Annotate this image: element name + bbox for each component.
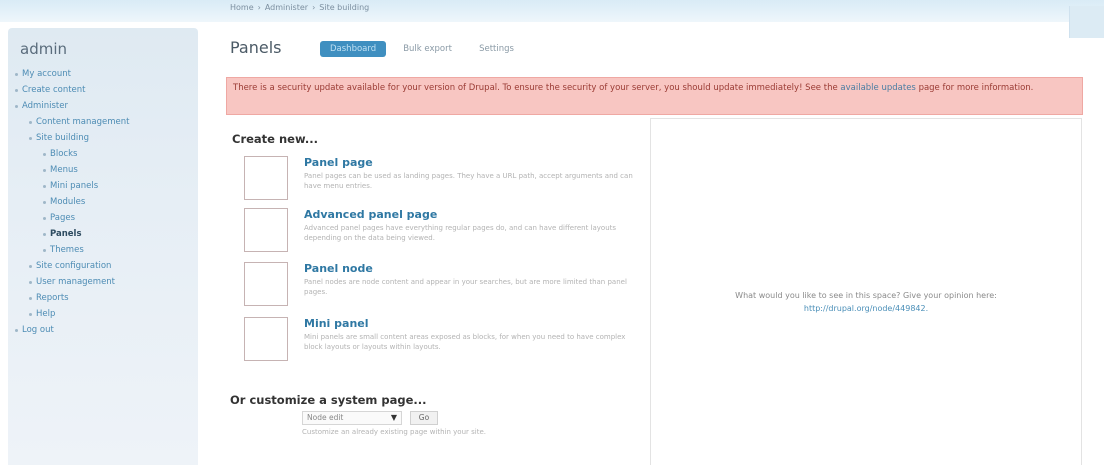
sidebar-item-site-building[interactable]: Site building: [8, 130, 198, 146]
sidebar-item-label: Reports: [36, 293, 69, 303]
system-page-heading: Or customize a system page...: [230, 393, 427, 407]
panel-type-panel-page[interactable]: Panel page Panel pages can be used as la…: [244, 156, 644, 200]
bullet-icon: [43, 233, 46, 236]
panel-type-description: Advanced panel pages have everything reg…: [304, 224, 617, 242]
bullet-icon: [29, 121, 32, 124]
bullet-icon: [29, 297, 32, 300]
panel-type-name[interactable]: Panel node: [304, 262, 373, 275]
sidebar-item-label: Blocks: [50, 149, 78, 159]
bullet-icon: [43, 153, 46, 156]
sidebar-item-label: Administer: [22, 101, 68, 111]
sidebar-item-menus[interactable]: Menus: [8, 162, 198, 178]
panel-type-name[interactable]: Mini panel: [304, 317, 369, 330]
breadcrumb: Home › Administer › Site building: [230, 3, 373, 12]
bullet-icon: [43, 185, 46, 188]
sidebar-item-user-management[interactable]: User management: [8, 274, 198, 290]
bullet-icon: [43, 249, 46, 252]
tab-settings[interactable]: Settings: [469, 41, 524, 57]
bullet-icon: [15, 89, 18, 92]
bullet-icon: [29, 137, 32, 140]
panel-type-thumbnail[interactable]: [244, 262, 288, 306]
sidebar-item-my-account[interactable]: My account: [8, 66, 198, 82]
sidebar-item-label: Menus: [50, 165, 78, 175]
sidebar-item-help[interactable]: Help: [8, 306, 198, 322]
bullet-icon: [43, 201, 46, 204]
panel-type-description: Panel pages can be used as landing pages…: [304, 172, 633, 190]
system-page-help: Customize an already existing page withi…: [302, 428, 486, 436]
alert-text-tail: page for more information.: [918, 83, 1034, 93]
sidebar-item-create-content[interactable]: Create content: [8, 82, 198, 98]
sidebar-item-administer[interactable]: Administer: [8, 98, 198, 114]
sidebar-username: admin: [20, 40, 67, 58]
security-alert: There is a security update available for…: [226, 77, 1083, 115]
breadcrumb-separator: ›: [312, 3, 316, 12]
sidebar-item-label: Content management: [36, 117, 130, 127]
sidebar-item-label: User management: [36, 277, 116, 287]
feedback-text: What would you like to see in this space…: [735, 291, 997, 300]
sidebar-item-panels[interactable]: Panels: [8, 226, 198, 242]
dropdown-arrow-icon: ▼: [390, 413, 397, 422]
sidebar-item-reports[interactable]: Reports: [8, 290, 198, 306]
tab-dashboard[interactable]: Dashboard: [320, 41, 387, 57]
bullet-icon: [29, 281, 32, 284]
bullet-icon: [43, 169, 46, 172]
sidebar-item-label: Pages: [50, 213, 76, 223]
sidebar-item-label: Panels: [50, 229, 82, 239]
panel-type-panel-node[interactable]: Panel node Panel nodes are node content …: [244, 262, 644, 306]
sidebar-item-pages[interactable]: Pages: [8, 210, 198, 226]
breadcrumb-separator: ›: [257, 3, 261, 12]
sidebar-item-label: My account: [22, 69, 71, 79]
top-header-bar: Home › Administer › Site building: [0, 0, 1104, 38]
sidebar-item-label: Mini panels: [50, 181, 99, 191]
bullet-icon: [15, 329, 18, 332]
sidebar-item-label: Modules: [50, 197, 86, 207]
sidebar-item-site-configuration[interactable]: Site configuration: [8, 258, 198, 274]
breadcrumb-home[interactable]: Home: [230, 3, 254, 12]
bullet-icon: [15, 73, 18, 76]
panel-type-thumbnail[interactable]: [244, 317, 288, 361]
sidebar-item-label: Site building: [36, 133, 90, 143]
sidebar-item-themes[interactable]: Themes: [8, 242, 198, 258]
alert-text: There is a security update available for…: [233, 83, 838, 93]
feedback-message: What would you like to see in this space…: [651, 289, 1081, 315]
sidebar-item-label: Themes: [50, 245, 84, 255]
bullet-icon: [29, 313, 32, 316]
panel-type-thumbnail[interactable]: [244, 208, 288, 252]
main-content: Panels Dashboard Bulk export Settings Th…: [220, 22, 1090, 465]
sidebar-item-log-out[interactable]: Log out: [8, 322, 198, 338]
panel-type-description: Mini panels are small content areas expo…: [304, 333, 626, 351]
panel-type-name[interactable]: Panel page: [304, 156, 373, 169]
feedback-box: What would you like to see in this space…: [650, 118, 1082, 465]
tab-bar: Dashboard Bulk export Settings: [320, 41, 526, 59]
sidebar-item-blocks[interactable]: Blocks: [8, 146, 198, 162]
sidebar-nav: My account Create content Administer Conten…: [8, 66, 198, 338]
bullet-icon: [15, 105, 18, 108]
system-page-select-value: Node edit: [307, 413, 344, 422]
sidebar-item-label: Help: [36, 309, 56, 319]
breadcrumb-administer[interactable]: Administer: [265, 3, 308, 12]
sidebar-item-content-management[interactable]: Content management: [8, 114, 198, 130]
feedback-link[interactable]: http://drupal.org/node/449842.: [804, 304, 928, 313]
go-button[interactable]: Go: [410, 411, 438, 425]
create-new-heading: Create new...: [232, 132, 318, 146]
panel-type-advanced-panel-page[interactable]: Advanced panel page Advanced panel pages…: [244, 208, 644, 252]
sidebar-item-modules[interactable]: Modules: [8, 194, 198, 210]
panel-type-thumbnail[interactable]: [244, 156, 288, 200]
sidebar-item-mini-panels[interactable]: Mini panels: [8, 178, 198, 194]
breadcrumb-site-building[interactable]: Site building: [319, 3, 369, 12]
page-title: Panels: [230, 38, 282, 57]
sidebar-item-label: Site configuration: [36, 261, 112, 271]
sidebar-item-label: Log out: [22, 325, 54, 335]
available-updates-link[interactable]: available updates: [840, 83, 915, 93]
bullet-icon: [43, 217, 46, 220]
panel-type-description: Panel nodes are node content and appear …: [304, 278, 627, 296]
sidebar: admin My account Create content Administer…: [8, 28, 198, 465]
system-page-select[interactable]: Node edit ▼: [302, 411, 402, 425]
sidebar-item-label: Create content: [22, 85, 86, 95]
bullet-icon: [29, 265, 32, 268]
tab-bulk-export[interactable]: Bulk export: [393, 41, 462, 57]
panel-type-mini-panel[interactable]: Mini panel Mini panels are small content…: [244, 317, 644, 361]
panel-type-name[interactable]: Advanced panel page: [304, 208, 437, 221]
